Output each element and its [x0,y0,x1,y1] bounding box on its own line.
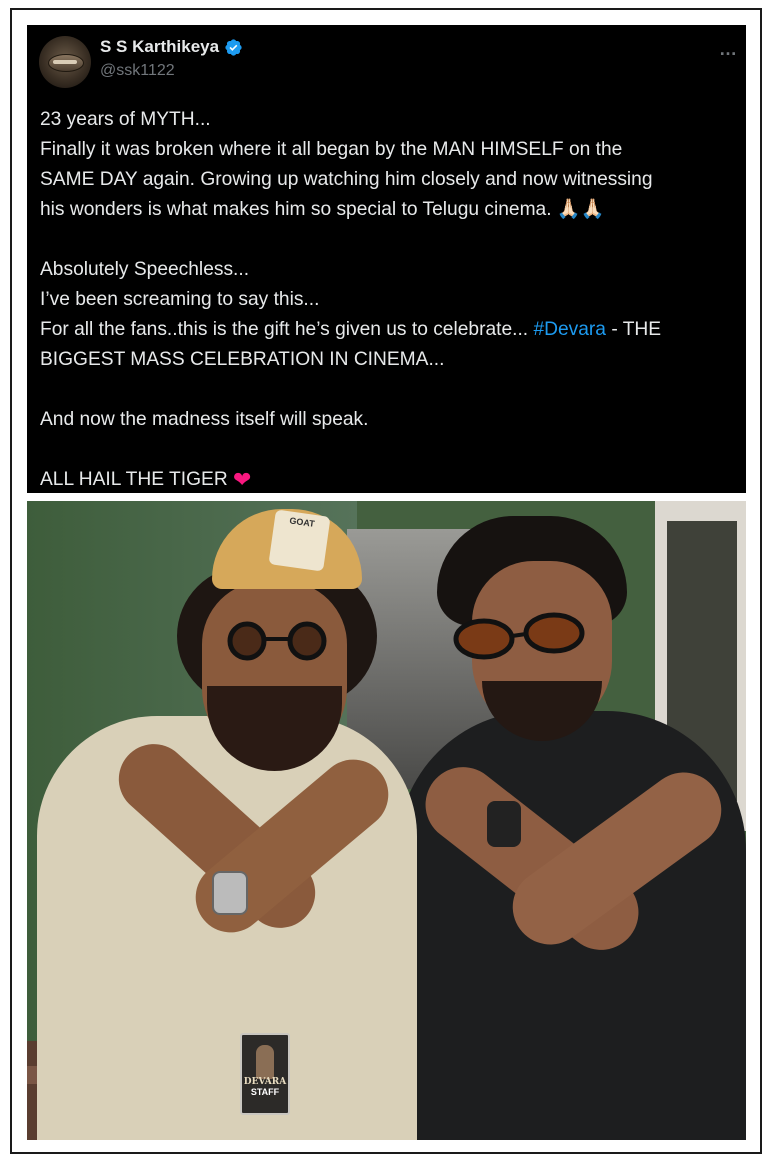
watch-icon [212,871,248,915]
cap-patch: GOAT [268,509,331,572]
staff-badge: DEVARA STAFF [240,1033,290,1115]
tweet-line: his wonders is what makes him so special… [40,199,605,220]
tweet-text: 23 years of MYTH... Finally it was broke… [40,105,740,496]
tweet-text-span: For all the fans..this is the gift he’s … [40,319,534,340]
author-name-row[interactable]: S S Karthikeya [100,37,243,57]
avatar-teeth-graphic [53,60,77,64]
tweet-line: Absolutely Speechless... [40,259,250,280]
tweet-line: For all the fans..this is the gift he’s … [40,315,740,345]
badge-title: DEVARA [243,1077,287,1087]
author-name[interactable]: S S Karthikeya [100,37,219,57]
badge-label: STAFF [250,1087,280,1097]
tweet-text-span: ALL HAIL THE TIGER [40,469,228,490]
tweet-line: SAME DAY again. Growing up watching him … [40,169,653,190]
right-person-sunglasses [453,612,585,660]
avatar[interactable] [39,36,91,88]
tweet-line: Finally it was broken where it all began… [40,139,623,160]
tweet-line: ALL HAIL THE TIGER ❤ [40,465,740,496]
tweet-text-span: - THE [605,319,662,340]
watch-icon [487,801,521,847]
verified-badge-icon [225,38,242,56]
heart-emoji-icon: ❤ [233,468,252,493]
left-person-glasses [227,621,327,661]
tweet-line: BIGGEST MASS CELEBRATION IN CINEMA... [40,349,445,370]
tweet-line: 23 years of MYTH... [40,109,211,130]
badge-figure-graphic [256,1045,274,1079]
hashtag-link[interactable]: #Devara [533,319,606,340]
tweet-line: And now the madness itself will speak. [40,409,369,430]
tweet-line: I’ve been screaming to say this... [40,289,320,310]
tweet-photo[interactable]: GOAT DEVARA STAFF [27,501,746,1140]
tweet-card: S S Karthikeya @ssk1122 … 23 years of MY… [27,25,746,493]
author-handle[interactable]: @ssk1122 [100,62,175,80]
more-options-icon[interactable]: … [719,39,738,60]
